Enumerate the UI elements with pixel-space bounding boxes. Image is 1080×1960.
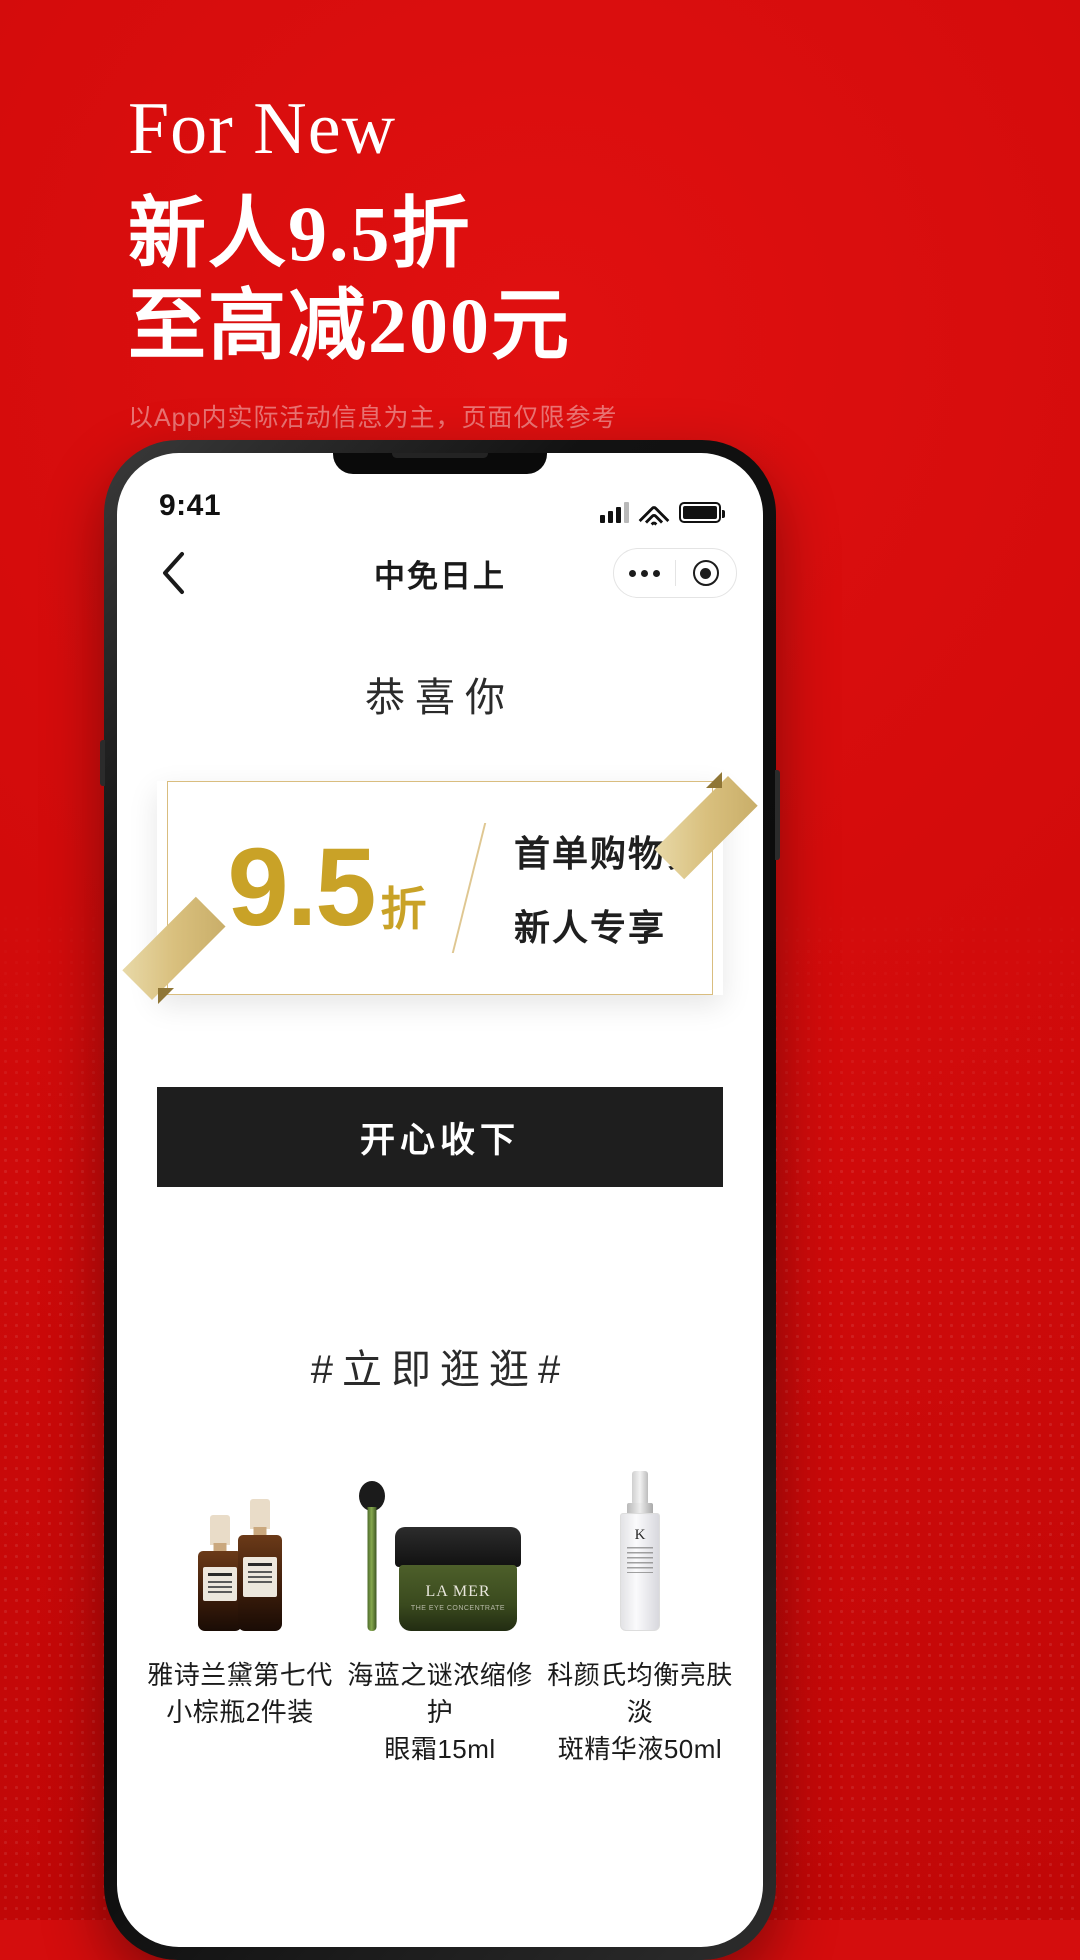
product-card[interactable]: K 科颜氏均衡亮肤淡 斑精华液50ml — [543, 1455, 737, 1768]
jar-sub-label: THE EYE CONCENTRATE — [410, 1605, 506, 1612]
target-circle-icon — [692, 560, 719, 586]
serum-bottle-small — [198, 1515, 242, 1631]
product-name: 海蓝之谜浓缩修护 眼霜15ml — [345, 1657, 535, 1768]
product-name-line-2: 斑精华液50ml — [557, 1733, 723, 1764]
serum-bottle-large — [238, 1499, 282, 1631]
signal-bars-icon — [600, 501, 629, 523]
product-name-line-1: 雅诗兰黛第七代 — [147, 1660, 333, 1690]
product-name: 雅诗兰黛第七代 小棕瓶2件装 — [147, 1657, 333, 1731]
coupon-card-wrapper: 9.5 折 首单购物券 新人专享 — [122, 772, 758, 1004]
product-list: 雅诗兰黛第七代 小棕瓶2件装 LA MER THE EYE CONCENTRAT… — [117, 1455, 763, 1768]
phone-device-mockup: 9:41 中免日上 恭喜你 9.5 折 首单购物券 新人专享 开心收下 #立即逛… — [100, 440, 780, 1960]
close-miniprogram-button[interactable] — [676, 560, 737, 586]
shop-now-section-title: #立即逛逛# — [310, 1348, 570, 1392]
congrats-heading: 恭喜你 — [365, 676, 515, 720]
ribbon-fold-top-right — [706, 772, 722, 788]
product-name-line-2: 小棕瓶2件装 — [166, 1696, 314, 1727]
coupon-discount-unit: 折 — [380, 883, 427, 935]
estee-lauder-serum-bottles-image — [145, 1455, 335, 1631]
back-button[interactable] — [145, 545, 201, 601]
kiehls-serum-dropper-image: K — [545, 1455, 735, 1631]
app-navigation-bar: 中免日上 — [117, 527, 763, 619]
kiehls-logo-letter: K — [634, 1527, 646, 1543]
product-name-line-1: 科颜氏均衡亮肤淡 — [547, 1660, 733, 1727]
coupon-discount-value: 9.5 — [227, 826, 377, 949]
status-bar-icons — [600, 501, 725, 536]
more-dots-icon[interactable] — [614, 569, 675, 577]
hero-headline-line-2: 至高减200元 — [128, 282, 572, 370]
hero-copy-block: For New 新人9.5折 至高减200元 以App内实际活动信息为主，页面仅… — [128, 92, 988, 434]
jar-brand-label: LA MER — [425, 1583, 491, 1600]
chevron-left-icon — [163, 552, 184, 594]
product-name-line-2: 眼霜15ml — [384, 1733, 496, 1764]
eye-cream-applicator — [359, 1481, 385, 1631]
claim-coupon-button[interactable]: 开心收下 — [157, 1087, 723, 1187]
miniprogram-capsule — [613, 548, 737, 598]
dropper-bottle: K — [618, 1471, 662, 1631]
coupon-description-line-2: 新人专享 — [514, 907, 667, 948]
ribbon-fold-bottom-left — [158, 988, 174, 1004]
hero-eyebrow-english: For New — [128, 88, 397, 170]
battery-full-icon — [679, 501, 725, 523]
wifi-icon — [638, 502, 670, 536]
page-content: 恭喜你 9.5 折 首单购物券 新人专享 开心收下 #立即逛逛# 雅诗兰黛第七代… — [117, 665, 763, 1768]
eye-cream-jar: LA MER THE EYE CONCENTRATE — [395, 1527, 521, 1631]
hero-headline-line-1: 新人9.5折 — [128, 190, 472, 277]
product-card[interactable]: 雅诗兰黛第七代 小棕瓶2件装 — [143, 1455, 337, 1768]
product-card[interactable]: LA MER THE EYE CONCENTRATE 海蓝之谜浓缩修护 眼霜15… — [343, 1455, 537, 1768]
hero-disclaimer-note: 以App内实际活动信息为主，页面仅限参考 — [128, 404, 618, 433]
status-bar-time: 9:41 — [159, 489, 222, 522]
coupon-card[interactable]: 9.5 折 首单购物券 新人专享 — [122, 772, 758, 1004]
product-name: 科颜氏均衡亮肤淡 斑精华液50ml — [545, 1657, 735, 1768]
phone-notch — [333, 453, 547, 474]
phone-screen: 9:41 中免日上 恭喜你 9.5 折 首单购物券 新人专享 开心收下 #立即逛… — [117, 453, 763, 1947]
product-name-line-1: 海蓝之谜浓缩修护 — [347, 1660, 533, 1727]
notch-speaker — [392, 453, 488, 458]
la-mer-eye-cream-jar-image: LA MER THE EYE CONCENTRATE — [345, 1455, 535, 1631]
